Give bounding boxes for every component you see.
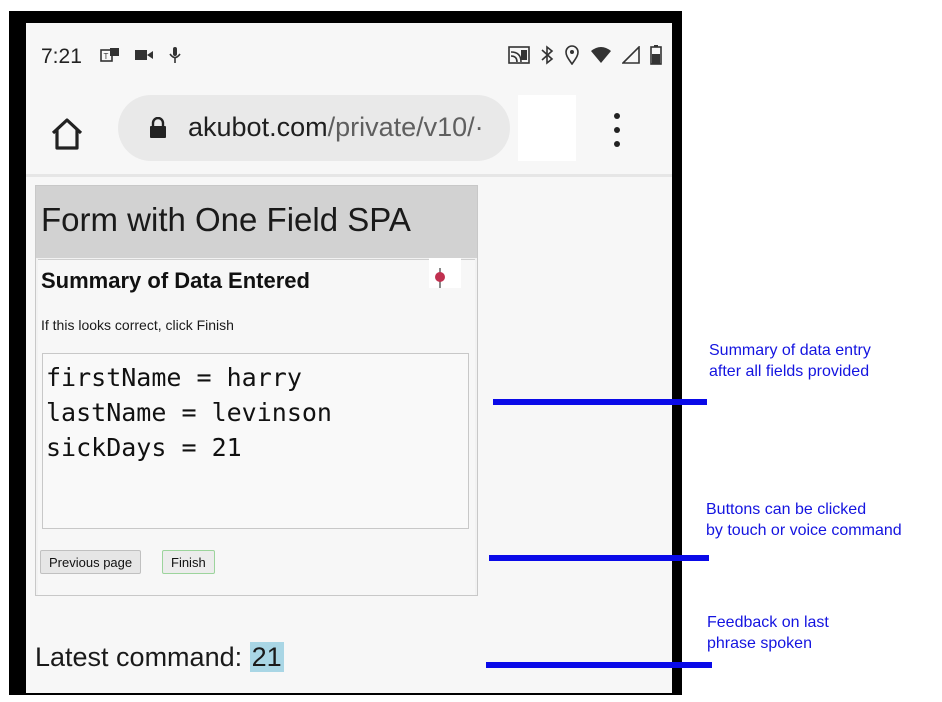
- previous-page-button[interactable]: Previous page: [40, 550, 142, 574]
- bluetooth-icon: [541, 45, 554, 65]
- voice-indicator-icon: [435, 272, 445, 282]
- annotation-pointer-line: [493, 399, 707, 405]
- corner-patch: [429, 258, 461, 288]
- url-host: akubot.com: [188, 112, 328, 142]
- cast-icon: [508, 46, 530, 64]
- annotation-line-text: after all fields provided: [709, 363, 870, 380]
- annotation-line-text: phrase spoken: [707, 635, 812, 652]
- status-icons-right: [508, 45, 662, 65]
- instructions-text: If this looks correct, click Finish: [41, 317, 234, 333]
- status-time: 7:21: [41, 45, 82, 68]
- summary-line: sickDays = 21: [46, 433, 242, 462]
- status-bar: 7:21 T: [26, 23, 672, 81]
- annotation-summary: Summary of data entry after all fields p…: [709, 340, 871, 382]
- annotation-line-text: Buttons can be clicked: [706, 501, 867, 518]
- annotation-pointer-line: [486, 662, 712, 668]
- annotation-line-text: Summary of data entry: [709, 342, 871, 359]
- annotation-line-text: Feedback on last: [707, 614, 829, 631]
- url-text: akubot.com/private/v10/·: [188, 112, 484, 143]
- annotation-buttons: Buttons can be clicked by touch or voice…: [706, 499, 902, 541]
- address-bar[interactable]: akubot.com/private/v10/·: [118, 95, 510, 161]
- teams-notification-icon: T: [100, 48, 119, 62]
- toolbar-blank-area: [518, 95, 576, 161]
- overflow-menu-icon[interactable]: [609, 113, 625, 147]
- annotation-line-text: by touch or voice command: [706, 522, 902, 539]
- home-icon[interactable]: [49, 117, 85, 151]
- cellular-signal-icon: [622, 46, 640, 64]
- summary-heading: Summary of Data Entered: [41, 268, 310, 293]
- lock-icon: [150, 117, 166, 138]
- latest-command: Latest command: 21: [35, 642, 284, 673]
- page-title: Form with One Field SPA: [41, 201, 411, 238]
- summary-textarea[interactable]: firstName = harry lastName = levinson si…: [42, 353, 469, 529]
- status-icons-left: T: [100, 46, 182, 64]
- latest-command-label: Latest command:: [35, 642, 243, 672]
- url-path: /private/v10/·: [327, 112, 484, 142]
- latest-command-value: 21: [249, 642, 284, 672]
- location-icon: [565, 45, 579, 65]
- phone-screen: 7:21 T akubot.com/private/v10/· Form wit…: [26, 23, 672, 693]
- summary-line: firstName = harry: [46, 363, 302, 392]
- form-header: Form with One Field SPA: [36, 186, 477, 258]
- form-card: Form with One Field SPA Summary of Data …: [35, 185, 478, 596]
- microphone-icon: [169, 47, 181, 63]
- wifi-icon: [591, 47, 611, 63]
- svg-text:T: T: [104, 52, 109, 61]
- phone-frame: 7:21 T akubot.com/private/v10/· Form wit…: [9, 11, 682, 695]
- form-body: Summary of Data Entered If this looks co…: [38, 258, 475, 595]
- summary-line: lastName = levinson: [46, 398, 332, 427]
- finish-button[interactable]: Finish: [162, 550, 215, 574]
- battery-icon: [650, 45, 662, 65]
- video-camera-icon: [135, 50, 153, 60]
- annotation-feedback: Feedback on last phrase spoken: [707, 612, 829, 654]
- browser-toolbar: akubot.com/private/v10/·: [26, 81, 672, 177]
- annotation-pointer-line: [489, 555, 709, 561]
